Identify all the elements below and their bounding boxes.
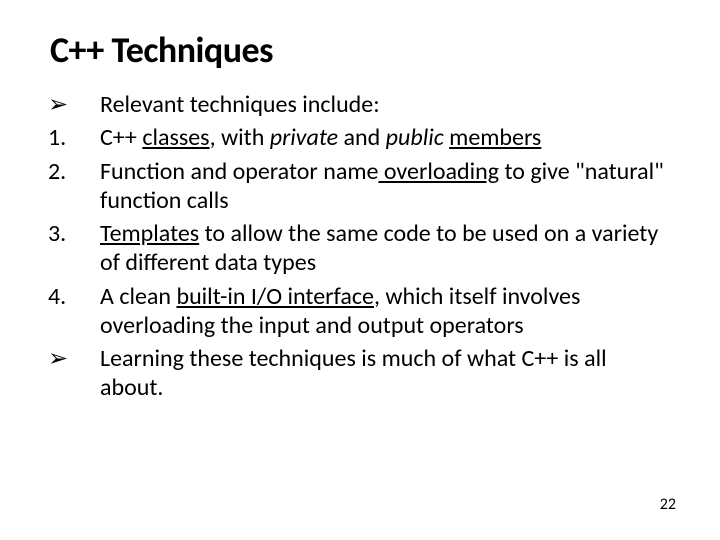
italic-text: public	[386, 123, 444, 152]
text-run: Function and operator name	[100, 157, 378, 186]
list-item: 4. A clean built-in I/O interface, which…	[48, 282, 672, 341]
number-marker: 1.	[48, 123, 100, 152]
underline-text: overloading	[378, 157, 499, 186]
list-text: Relevant techniques include:	[100, 90, 672, 119]
underline-text: members	[449, 123, 541, 152]
text-run: C++	[100, 123, 142, 152]
number-marker: 3.	[48, 219, 100, 278]
text-run: and	[338, 123, 386, 152]
slide: C++ Techniques ➢ Relevant techniques inc…	[0, 0, 720, 540]
list-text: Function and operator name overloading t…	[100, 157, 672, 216]
list-text: C++ classes, with private and public mem…	[100, 123, 672, 152]
underline-text: classes	[142, 123, 209, 152]
list-item: 2. Function and operator name overloadin…	[48, 157, 672, 216]
slide-title: C++ Techniques	[50, 28, 672, 72]
text-run: A clean	[100, 282, 176, 311]
list-item: ➢ Learning these techniques is much of w…	[48, 344, 672, 403]
list-text: Templates to allow the same code to be u…	[100, 219, 672, 278]
arrow-bullet-icon: ➢	[48, 344, 100, 403]
bullet-list: ➢ Relevant techniques include: 1. C++ cl…	[48, 90, 672, 403]
list-item: 1. C++ classes, with private and public …	[48, 123, 672, 152]
underline-text: Templates	[100, 219, 199, 248]
list-item: ➢ Relevant techniques include:	[48, 90, 672, 119]
underline-text: built-in I/O interface	[176, 282, 373, 311]
number-marker: 2.	[48, 157, 100, 216]
arrow-bullet-icon: ➢	[48, 90, 100, 119]
list-text: A clean built-in I/O interface, which it…	[100, 282, 672, 341]
italic-text: private	[270, 123, 338, 152]
list-text: Learning these techniques is much of wha…	[100, 344, 672, 403]
number-marker: 4.	[48, 282, 100, 341]
text-run: , with	[210, 123, 270, 152]
page-number: 22	[660, 495, 676, 514]
list-item: 3. Templates to allow the same code to b…	[48, 219, 672, 278]
